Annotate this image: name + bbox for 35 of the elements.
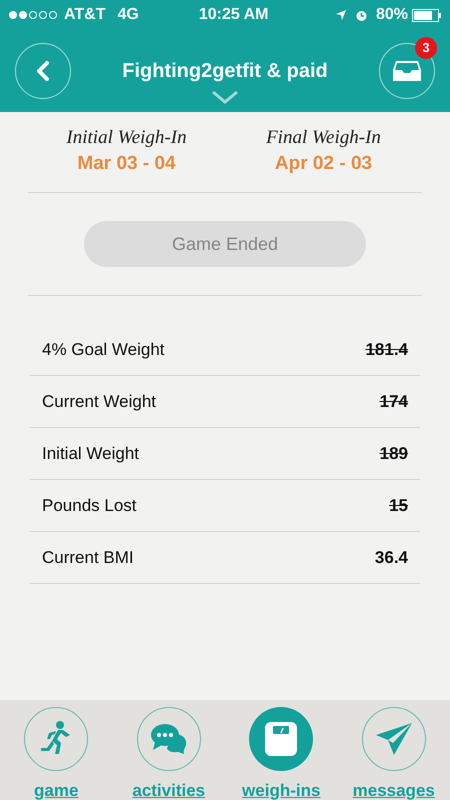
stat-value: 181.4 <box>365 339 408 361</box>
tab-label[interactable]: messages <box>352 778 435 800</box>
tab-label[interactable]: game <box>34 778 78 800</box>
tab-label[interactable]: weigh-ins <box>242 778 320 800</box>
alarm-icon <box>354 8 368 22</box>
location-icon <box>334 9 347 21</box>
stat-value: 174 <box>380 391 408 413</box>
carrier-text: AT&T <box>64 5 106 25</box>
back-icon <box>36 61 50 81</box>
paper-plane-icon <box>374 721 414 757</box>
notification-badge: 3 <box>415 37 437 59</box>
scale-icon <box>264 721 298 757</box>
chevron-down-icon[interactable] <box>211 90 239 104</box>
stat-label: Current BMI <box>42 547 134 569</box>
inbox-icon <box>392 60 422 82</box>
signal-icon <box>8 10 60 20</box>
stat-value: 15 <box>389 495 408 517</box>
back-button[interactable] <box>15 43 71 99</box>
weigh-in-dates: Mar 03 - 04 <box>77 152 176 176</box>
weigh-in-dates: Apr 02 - 03 <box>274 152 372 176</box>
tab-label[interactable]: activities <box>132 778 206 800</box>
stat-value: 189 <box>380 443 408 465</box>
stat-label: Current Weight <box>42 391 156 413</box>
chat-bubbles-icon <box>150 722 188 756</box>
weigh-in-label: Final Weigh-In <box>266 126 381 150</box>
battery-icon <box>412 8 442 22</box>
stat-label: 4% Goal Weight <box>42 339 165 361</box>
stat-label: Initial Weight <box>42 443 140 465</box>
weigh-in-label: Initial Weigh-In <box>66 126 187 150</box>
page-title: Fighting2getfit & paid <box>122 59 328 84</box>
network-text: 4G <box>117 5 139 25</box>
stat-label: Pounds Lost <box>42 495 137 517</box>
clock-text: 10:25 AM <box>198 5 268 25</box>
battery-text: 80% <box>376 5 408 25</box>
stat-value: 36.4 <box>374 547 408 569</box>
